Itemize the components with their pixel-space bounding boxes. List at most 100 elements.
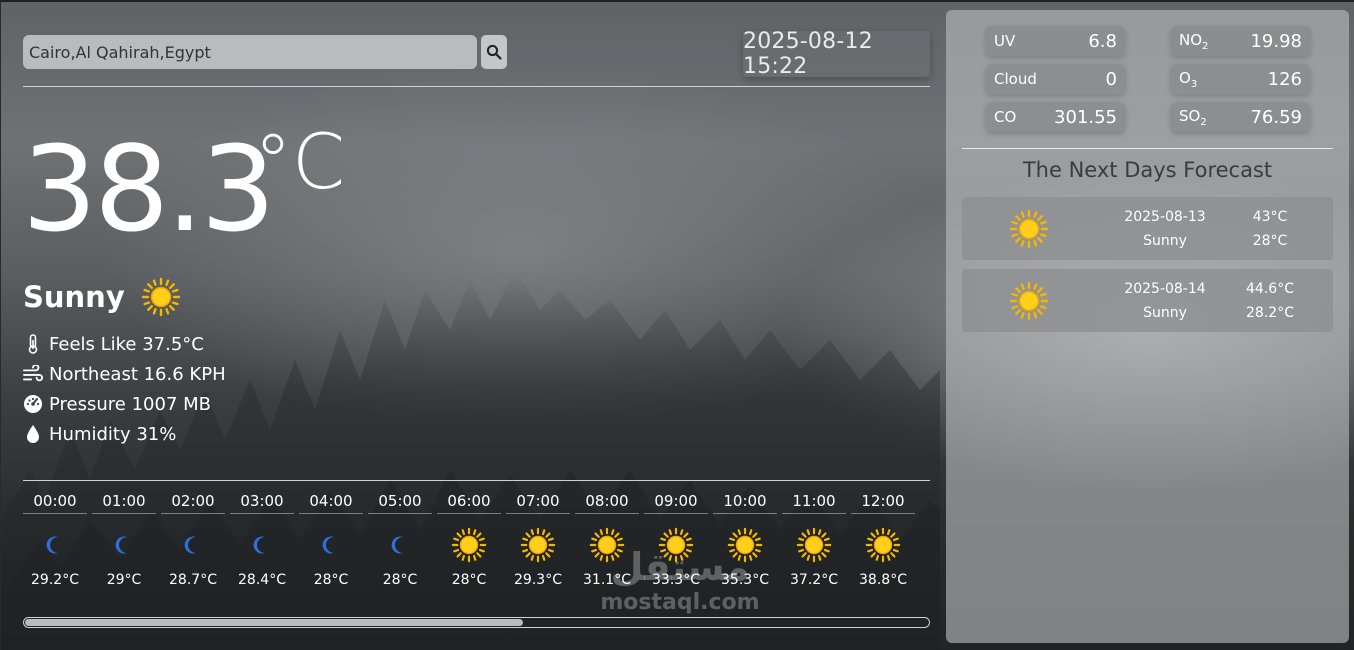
droplet-icon (23, 424, 43, 444)
hour-time: 06:00 (437, 488, 501, 514)
hourly-item: 03:00 28.4°C (230, 488, 294, 610)
hour-temp: 28°C (382, 572, 418, 588)
hour-temp: 28°C (451, 572, 487, 588)
no2-value: 19.98 (1250, 30, 1302, 52)
humidity-row: Humidity 31% (23, 422, 176, 446)
forecast-condition: Sunny (1143, 233, 1187, 249)
wind-text: Northeast 16.6 KPH (49, 363, 226, 385)
sun-icon (451, 527, 487, 563)
uv-value: 6.8 (1088, 30, 1117, 52)
moon-icon (253, 536, 265, 554)
hour-time: 04:00 (299, 488, 363, 514)
moon-icon (391, 536, 403, 554)
uv-label: UV (994, 32, 1016, 50)
forecast-title: The Next Days Forecast (1022, 158, 1273, 182)
hourly-item: 11:00 37.2°C (782, 488, 846, 610)
hour-icon (437, 522, 501, 568)
current-condition: Sunny (23, 280, 125, 314)
feels-like-text: Feels Like 37.5°C (49, 333, 204, 355)
hourly-item: 04:00 28°C (299, 488, 363, 610)
so2-label: SO2 (1179, 106, 1207, 128)
sun-icon (796, 527, 832, 563)
hour-time: 09:00 (644, 488, 708, 514)
no2-card: NO2 19.98 (1171, 26, 1310, 56)
hour-temp: 29.3°C (514, 572, 562, 588)
forecast-min-temp: 28.2°C (1246, 305, 1294, 321)
o3-label: O3 (1179, 68, 1198, 90)
feels-like-row: Feels Like 37.5°C (23, 332, 204, 356)
hourly-item: 01:00 29°C (92, 488, 156, 610)
hour-temp: 29°C (106, 572, 142, 588)
hourly-item: 00:00 29.2°C (23, 488, 87, 610)
moon-icon (46, 536, 58, 554)
wind-row: Northeast 16.6 KPH (23, 362, 226, 386)
o3-card: O3 126 (1171, 64, 1310, 94)
scrollbar-thumb[interactable] (25, 619, 523, 626)
watermark-arabic: مستقل (610, 545, 750, 589)
hourly-item: 07:00 29.3°C (506, 488, 570, 610)
hourly-item: 06:00 28°C (437, 488, 501, 610)
sun-icon (865, 527, 901, 563)
hour-icon (368, 522, 432, 568)
co-card: CO 301.55 (986, 102, 1125, 132)
gauge-icon (23, 394, 43, 414)
uv-card: UV 6.8 (986, 26, 1125, 56)
forecast-date: 2025-08-13 (1124, 209, 1206, 225)
forecast-date: 2025-08-14 (1124, 281, 1206, 297)
forecast-min-temp: 28°C (1252, 233, 1288, 249)
hour-icon (782, 522, 846, 568)
hour-icon (230, 522, 294, 568)
hour-icon (299, 522, 363, 568)
hourly-item: 12:00 38.8°C (851, 488, 915, 610)
watermark-latin: mostaql.com (600, 590, 760, 615)
forecast-condition: Sunny (1143, 305, 1187, 321)
hour-temp: 28.7°C (169, 572, 217, 588)
sun-icon (520, 527, 556, 563)
sun-icon (141, 277, 181, 317)
co-label: CO (994, 108, 1017, 126)
temperature-unit: °C (254, 117, 346, 206)
so2-card: SO2 76.59 (1171, 102, 1310, 132)
hour-time: 12:00 (851, 488, 915, 514)
hour-time: 05:00 (368, 488, 432, 514)
thermometer-icon (23, 334, 43, 354)
current-datetime: 2025-08-12 15:22 (743, 29, 930, 79)
hour-temp: 28.4°C (238, 572, 286, 588)
pressure-row: Pressure 1007 MB (23, 392, 211, 416)
hour-time: 11:00 (782, 488, 846, 514)
hour-icon (92, 522, 156, 568)
no2-label: NO2 (1179, 30, 1209, 52)
so2-value: 76.59 (1250, 106, 1302, 128)
divider (23, 480, 930, 481)
wind-icon (23, 364, 43, 384)
moon-icon (322, 536, 334, 554)
hour-time: 01:00 (92, 488, 156, 514)
sun-icon (1009, 281, 1049, 321)
divider (962, 148, 1333, 149)
forecast-max-temp: 43°C (1252, 209, 1288, 225)
hour-time: 07:00 (506, 488, 570, 514)
cloud-label: Cloud (994, 70, 1037, 88)
co-value: 301.55 (1054, 106, 1117, 128)
hour-time: 00:00 (23, 488, 87, 514)
sun-icon (1009, 209, 1049, 249)
hour-temp: 28°C (313, 572, 349, 588)
location-search-input[interactable] (23, 35, 477, 69)
hour-temp: 38.8°C (859, 572, 907, 588)
search-button[interactable] (481, 35, 507, 69)
search-icon (486, 44, 502, 60)
hourly-item: 02:00 28.7°C (161, 488, 225, 610)
divider (23, 86, 930, 87)
moon-icon (184, 536, 196, 554)
hour-icon (23, 522, 87, 568)
humidity-text: Humidity 31% (49, 423, 177, 445)
hour-temp: 37.2°C (790, 572, 838, 588)
current-temperature: 38.3 (22, 120, 276, 258)
hour-time: 02:00 (161, 488, 225, 514)
hourly-scrollbar[interactable] (23, 617, 930, 628)
moon-icon (115, 536, 127, 554)
hourly-forecast-strip[interactable]: 00:00 29.2°C 01:00 29°C 02:00 28.7°C 03:00 28.4… (23, 488, 930, 610)
forecast-max-temp: 44.6°C (1246, 281, 1294, 297)
o3-value: 126 (1267, 68, 1302, 90)
hour-time: 08:00 (575, 488, 639, 514)
